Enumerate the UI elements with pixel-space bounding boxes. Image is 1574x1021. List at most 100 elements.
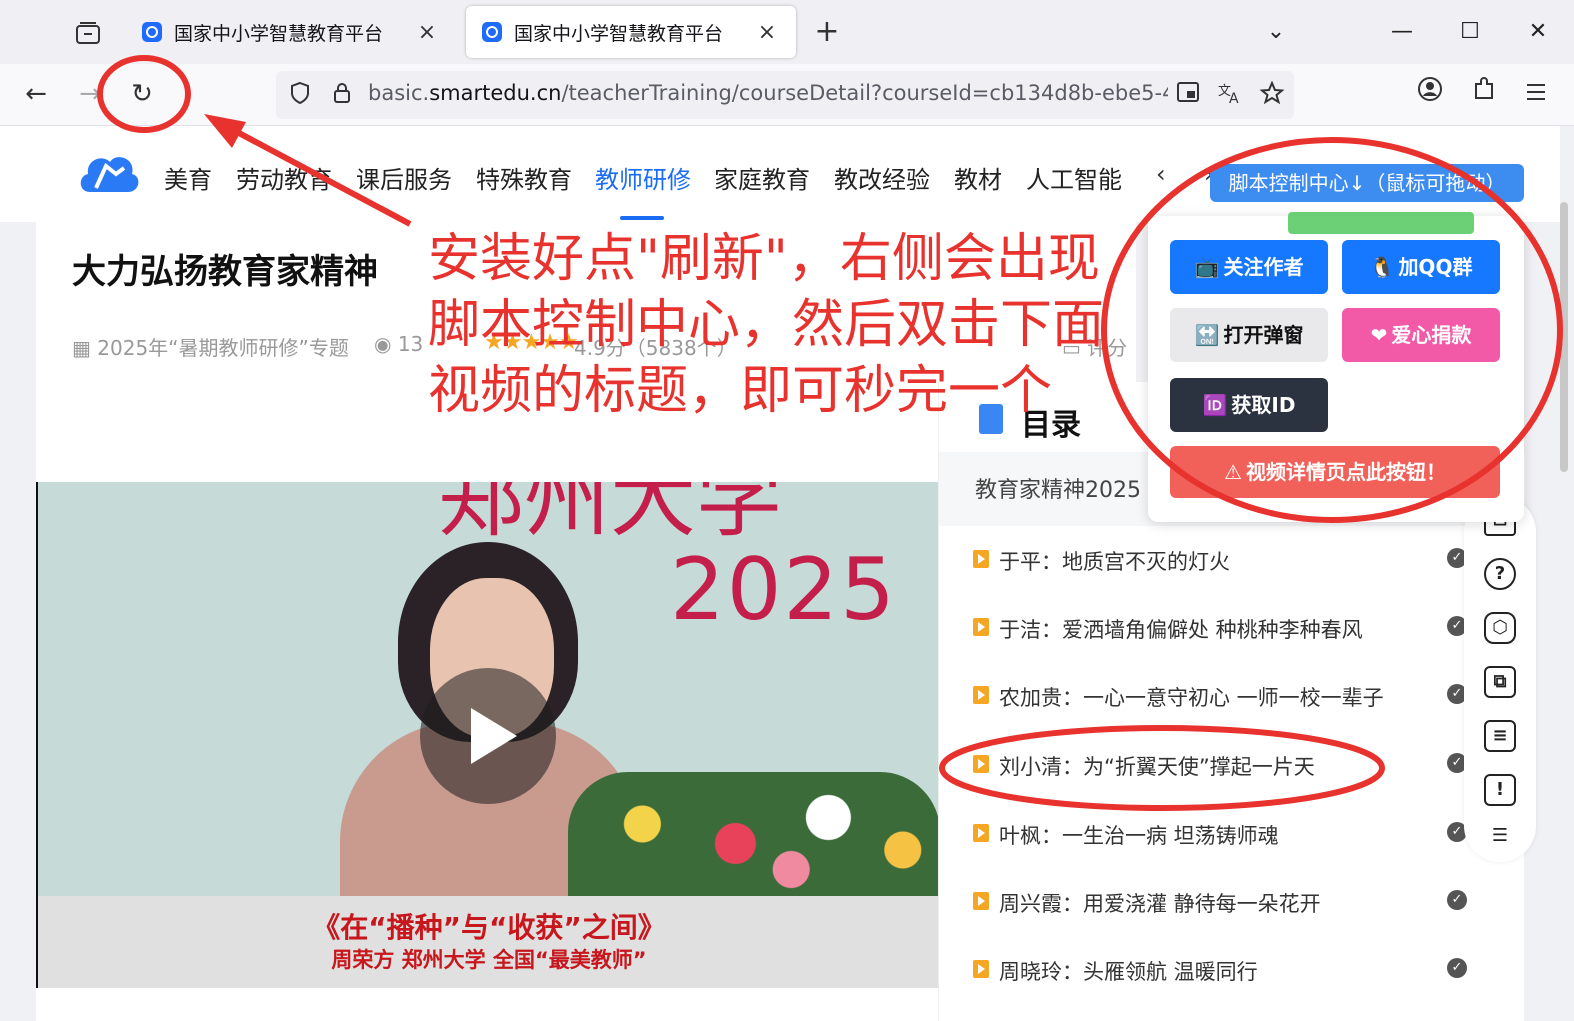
list-item[interactable]: 农加贵：一心一意守初心 一师一校一辈子 ✓: [939, 662, 1525, 730]
video-title[interactable]: 农加贵：一心一意守初心 一师一校一辈子: [999, 682, 1384, 712]
topic-label: ▦ 2025年“暑期教师研修”专题: [72, 336, 349, 360]
maximize-button[interactable]: ☐: [1448, 14, 1492, 50]
list-icon[interactable]: ☰: [1484, 822, 1516, 854]
donate-button[interactable]: ❤ 爱心捐款: [1342, 308, 1500, 362]
tab-title: 国家中小学智慧教育平台: [174, 22, 384, 45]
annotation-line: 脚本控制中心，然后双击下面: [428, 295, 1105, 355]
browser-tab-active[interactable]: 国家中小学智慧教育平台 ×: [466, 6, 796, 58]
lock-icon[interactable]: [328, 81, 356, 109]
translate-icon[interactable]: 文A: [1216, 81, 1244, 109]
feedback-icon[interactable]: !: [1484, 774, 1516, 806]
tab-list-dropdown-icon[interactable]: ⌄: [1254, 14, 1298, 50]
video-file-icon: [973, 892, 989, 910]
penguin-icon: 🐧: [1369, 255, 1395, 279]
tab-close-icon[interactable]: ×: [414, 20, 440, 45]
minimize-button[interactable]: —: [1380, 14, 1424, 50]
list-item[interactable]: 于洁：爱洒墙角偏僻处 种桃种李种春风 ✓: [939, 594, 1525, 662]
list-item[interactable]: 刘小清：为“折翼天使”撑起一片天 ✓: [939, 731, 1525, 799]
star-icon[interactable]: [1258, 80, 1286, 109]
reload-button[interactable]: ↻: [122, 76, 162, 114]
browser-tab-bar: 国家中小学智慧教育平台 × 国家中小学智慧教育平台 × + ⌄ — ☐ ✕: [0, 0, 1574, 64]
address-bar[interactable]: basic.smartedu.cn/teacherTraining/course…: [276, 71, 1294, 119]
views-count: ◉ 13: [374, 332, 424, 356]
extensions-icon[interactable]: [1464, 76, 1504, 114]
nav-category-jiating[interactable]: 家庭教育: [714, 160, 810, 195]
back-button[interactable]: ←: [16, 76, 56, 114]
id-icon: 🆔: [1202, 393, 1228, 417]
nav-category-jiaogai[interactable]: 教改经验: [834, 160, 930, 195]
site-logo-icon[interactable]: [76, 148, 142, 198]
video-detail-button[interactable]: ⚠ 视频详情页点此按钮！: [1170, 446, 1500, 498]
join-qq-button[interactable]: 🐧 加QQ群: [1342, 240, 1500, 294]
script-control-bar[interactable]: 脚本控制中心↓（鼠标可拖动）: [1210, 164, 1524, 202]
list-item[interactable]: 周晓玲：头雁领航 温暖同行 ✓: [939, 936, 1525, 1004]
list-item[interactable]: 叶枫：一生治一病 坦荡铸师魂 ✓: [939, 800, 1525, 868]
cube-icon[interactable]: ⬡: [1484, 612, 1516, 644]
annotation-line: 安装好点"刷新"，右侧会出现: [428, 229, 1100, 289]
site-favicon-icon: [482, 22, 502, 42]
tab-title: 国家中小学智慧教育平台: [514, 22, 724, 45]
nav-prev-arrow-icon[interactable]: ‹: [1156, 160, 1166, 188]
video-file-icon: [973, 824, 989, 842]
heart-icon: ❤: [1370, 323, 1388, 347]
browser-tab[interactable]: 国家中小学智慧教育平台 ×: [126, 6, 456, 58]
flower-arrangement: [568, 772, 938, 902]
shield-icon[interactable]: [286, 81, 314, 109]
script-control-panel: 📺 关注作者 🐧 加QQ群 🔛 打开弹窗 ❤ 爱心捐款 🆔 获取ID ⚠ 视频详情页点此按钮…: [1148, 212, 1524, 522]
video-title[interactable]: 周兴霞：用爱浇灌 静待每一朵花开: [999, 888, 1321, 918]
open-popup-button[interactable]: 🔛 打开弹窗: [1170, 308, 1328, 362]
completed-check-icon: ✓: [1447, 890, 1467, 910]
new-tab-button[interactable]: +: [808, 14, 846, 52]
video-caption-subtitle: 周荣方 郑州大学 全国“最美教师”: [331, 948, 647, 972]
annotation-line: 视频的标题，即可秒完一个: [428, 361, 1053, 421]
follow-author-button[interactable]: 📺 关注作者: [1170, 240, 1328, 294]
list-item[interactable]: 周兴霞：用爱浇灌 静待每一朵花开 ✓: [939, 868, 1525, 936]
video-title[interactable]: 叶枫：一生治一病 坦荡铸师魂: [999, 820, 1279, 850]
video-player[interactable]: 郑州大学 2025 《在“播种”与“收获”之间》 周荣方 郑州大学 全国“最美教…: [36, 482, 938, 988]
panel-accent: [1288, 212, 1474, 234]
get-id-button[interactable]: 🆔 获取ID: [1170, 378, 1328, 432]
forward-button[interactable]: →: [70, 76, 110, 114]
nav-category-jiaocai[interactable]: 教材: [954, 160, 1002, 195]
active-category-indicator: [620, 216, 664, 220]
side-toolbar: ⊟ ? ⬡ ⧉ ≡ ! ☰: [1464, 496, 1536, 862]
popup-icon: 🔛: [1194, 323, 1220, 347]
video-file-icon: [973, 755, 989, 773]
site-favicon-icon: [142, 22, 162, 42]
tv-icon: 📺: [1194, 255, 1220, 279]
copy-icon[interactable]: ⧉: [1484, 666, 1516, 698]
nav-category-laodong[interactable]: 劳动教育: [236, 160, 332, 195]
page-scrollbar[interactable]: [1560, 202, 1568, 472]
video-panel: 郑州大学 2025 《在“播种”与“收获”之间》 周荣方 郑州大学 全国“最美教…: [36, 382, 938, 1021]
video-file-icon: [973, 686, 989, 704]
video-file-icon: [973, 550, 989, 568]
play-icon[interactable]: [420, 668, 556, 804]
nav-category-ai[interactable]: 人工智能: [1026, 160, 1122, 195]
close-window-button[interactable]: ✕: [1516, 14, 1560, 50]
video-caption-title: 《在“播种”与“收获”之间》: [312, 911, 666, 944]
tab-close-icon[interactable]: ×: [754, 20, 780, 45]
completed-check-icon: ✓: [1447, 958, 1467, 978]
video-backdrop-year: 2025: [670, 540, 897, 640]
account-icon[interactable]: [1410, 76, 1450, 114]
nav-category-meiyu[interactable]: 美育: [164, 160, 212, 195]
tutorial-annotation: 安装好点"刷新"，右侧会出现 脚本控制中心，然后双击下面 视频的标题，即可秒完一…: [428, 226, 1104, 424]
url-text[interactable]: basic.smartedu.cn/teacherTraining/course…: [368, 81, 1168, 105]
nav-category-teacher-training[interactable]: 教师研修: [595, 160, 691, 195]
nav-category-kehou[interactable]: 课后服务: [356, 160, 452, 195]
tab-list-icon[interactable]: [68, 14, 108, 52]
notes-icon[interactable]: ≡: [1484, 720, 1516, 752]
course-title: 大力弘扬教育家精神: [72, 252, 378, 292]
menu-icon[interactable]: [1516, 76, 1556, 114]
video-title[interactable]: 于洁：爱洒墙角偏僻处 种桃种李种春风: [999, 614, 1363, 644]
pip-icon[interactable]: [1174, 81, 1202, 109]
video-title[interactable]: 周晓玲：头雁领航 温暖同行: [999, 956, 1258, 986]
list-item[interactable]: 于平：地质宫不灭的灯火 ✓: [939, 526, 1525, 594]
video-title[interactable]: 于平：地质宫不灭的灯火: [999, 546, 1230, 576]
video-file-icon: [973, 618, 989, 636]
help-icon[interactable]: ?: [1484, 558, 1516, 590]
video-title[interactable]: 刘小清：为“折翼天使”撑起一片天: [999, 751, 1315, 781]
nav-category-teshu[interactable]: 特殊教育: [476, 160, 572, 195]
video-file-icon: [973, 960, 989, 978]
warning-icon: ⚠: [1224, 460, 1242, 484]
